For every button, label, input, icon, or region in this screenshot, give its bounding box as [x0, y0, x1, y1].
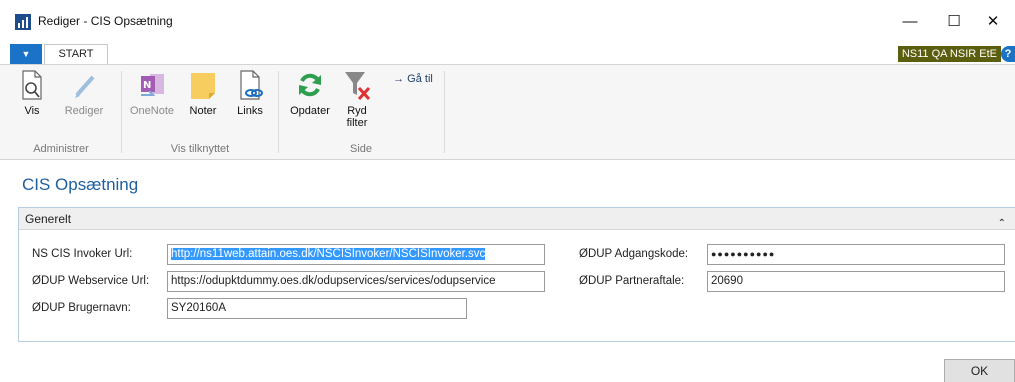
onenote-button[interactable]: N OneNote [128, 69, 176, 117]
ns-cis-invoker-url-value: http://ns11web.attain.oes.dk/NSCISInvoke… [171, 248, 486, 260]
ok-button[interactable]: OK [944, 359, 1015, 382]
group-label-side: Side [349, 143, 373, 155]
odup-partneraftale-input[interactable]: 20690 [707, 271, 1005, 292]
refresh-icon [295, 69, 325, 101]
page-title: CIS Opsætning [22, 175, 139, 194]
links-label: Links [237, 105, 263, 117]
group-label-administrer: Administrer [33, 143, 89, 155]
title-bar: Rediger - CIS Opsætning — ☐ ✕ [0, 0, 1015, 40]
odup-webservice-url-label: ØDUP Webservice Url: [32, 275, 150, 287]
group-separator [444, 71, 445, 153]
links-button[interactable]: Links [232, 69, 268, 117]
odup-brugernavn-label: ØDUP Brugernavn: [32, 302, 131, 314]
chevron-up-icon[interactable]: ⌃ [998, 213, 1006, 235]
noter-button[interactable]: Noter [184, 69, 222, 117]
odup-brugernavn-input[interactable]: SY20160A [167, 298, 467, 319]
vis-label: Vis [24, 105, 40, 117]
ns-cis-invoker-url-label: NS CIS Invoker Url: [32, 248, 133, 260]
fasttab-generelt: Generelt ⌃ NS CIS Invoker Url: http://ns… [18, 207, 1015, 342]
ns-cis-invoker-url-input[interactable]: http://ns11web.attain.oes.dk/NSCISInvoke… [167, 244, 545, 265]
ribbon: Vis Rediger N OneNote Noter Links Opdate… [0, 64, 1015, 160]
ribbon-tab-strip: ▼ START NS11 QA NSIR EtE ? [0, 40, 1015, 64]
group-separator [278, 71, 279, 153]
odup-partneraftale-label: ØDUP Partneraftale: [579, 275, 685, 287]
close-button[interactable]: ✕ [971, 8, 1015, 36]
onenote-label: OneNote [129, 105, 175, 117]
opdater-button[interactable]: Opdater [286, 69, 334, 117]
ryd-filter-label-1: Ryd [347, 105, 367, 117]
odup-webservice-url-input[interactable]: https://odupktdummy.oes.dk/odupservices/… [167, 271, 545, 292]
link-icon [235, 69, 265, 101]
company-badge[interactable]: NS11 QA NSIR EtE [897, 46, 1001, 62]
fasttab-header[interactable]: Generelt ⌃ [19, 208, 1015, 230]
group-separator [121, 71, 122, 153]
ryd-filter-label-2: filter [346, 117, 368, 129]
edit-pencil-icon [69, 69, 99, 101]
odup-adgangskode-input[interactable]: ●●●●●●●●●● [707, 244, 1005, 265]
rediger-button[interactable]: Rediger [58, 69, 110, 117]
minimize-button[interactable]: — [888, 8, 932, 36]
note-icon [188, 69, 218, 101]
rediger-label: Rediger [64, 105, 104, 117]
odup-adgangskode-label: ØDUP Adgangskode: [579, 248, 689, 260]
gaa-til-button[interactable]: → Gå til [388, 73, 438, 85]
group-label-vis-tilknyttet: Vis tilknyttet [170, 143, 230, 155]
view-document-icon [17, 69, 47, 101]
noter-label: Noter [189, 105, 217, 117]
ryd-filter-button[interactable]: Ryd filter [340, 69, 374, 129]
app-icon [15, 14, 31, 30]
vis-button[interactable]: Vis [17, 69, 47, 117]
fasttab-title: Generelt [25, 212, 72, 226]
svg-text:N: N [143, 80, 151, 91]
onenote-icon: N [137, 69, 167, 101]
opdater-label: Opdater [290, 105, 330, 117]
help-icon[interactable]: ? [1001, 46, 1015, 62]
file-menu-button[interactable]: ▼ [10, 44, 42, 64]
tab-start[interactable]: START [44, 44, 108, 64]
window-title: Rediger - CIS Opsætning [38, 14, 173, 28]
clear-filter-icon [342, 69, 372, 101]
maximize-button[interactable]: ☐ [932, 8, 976, 36]
